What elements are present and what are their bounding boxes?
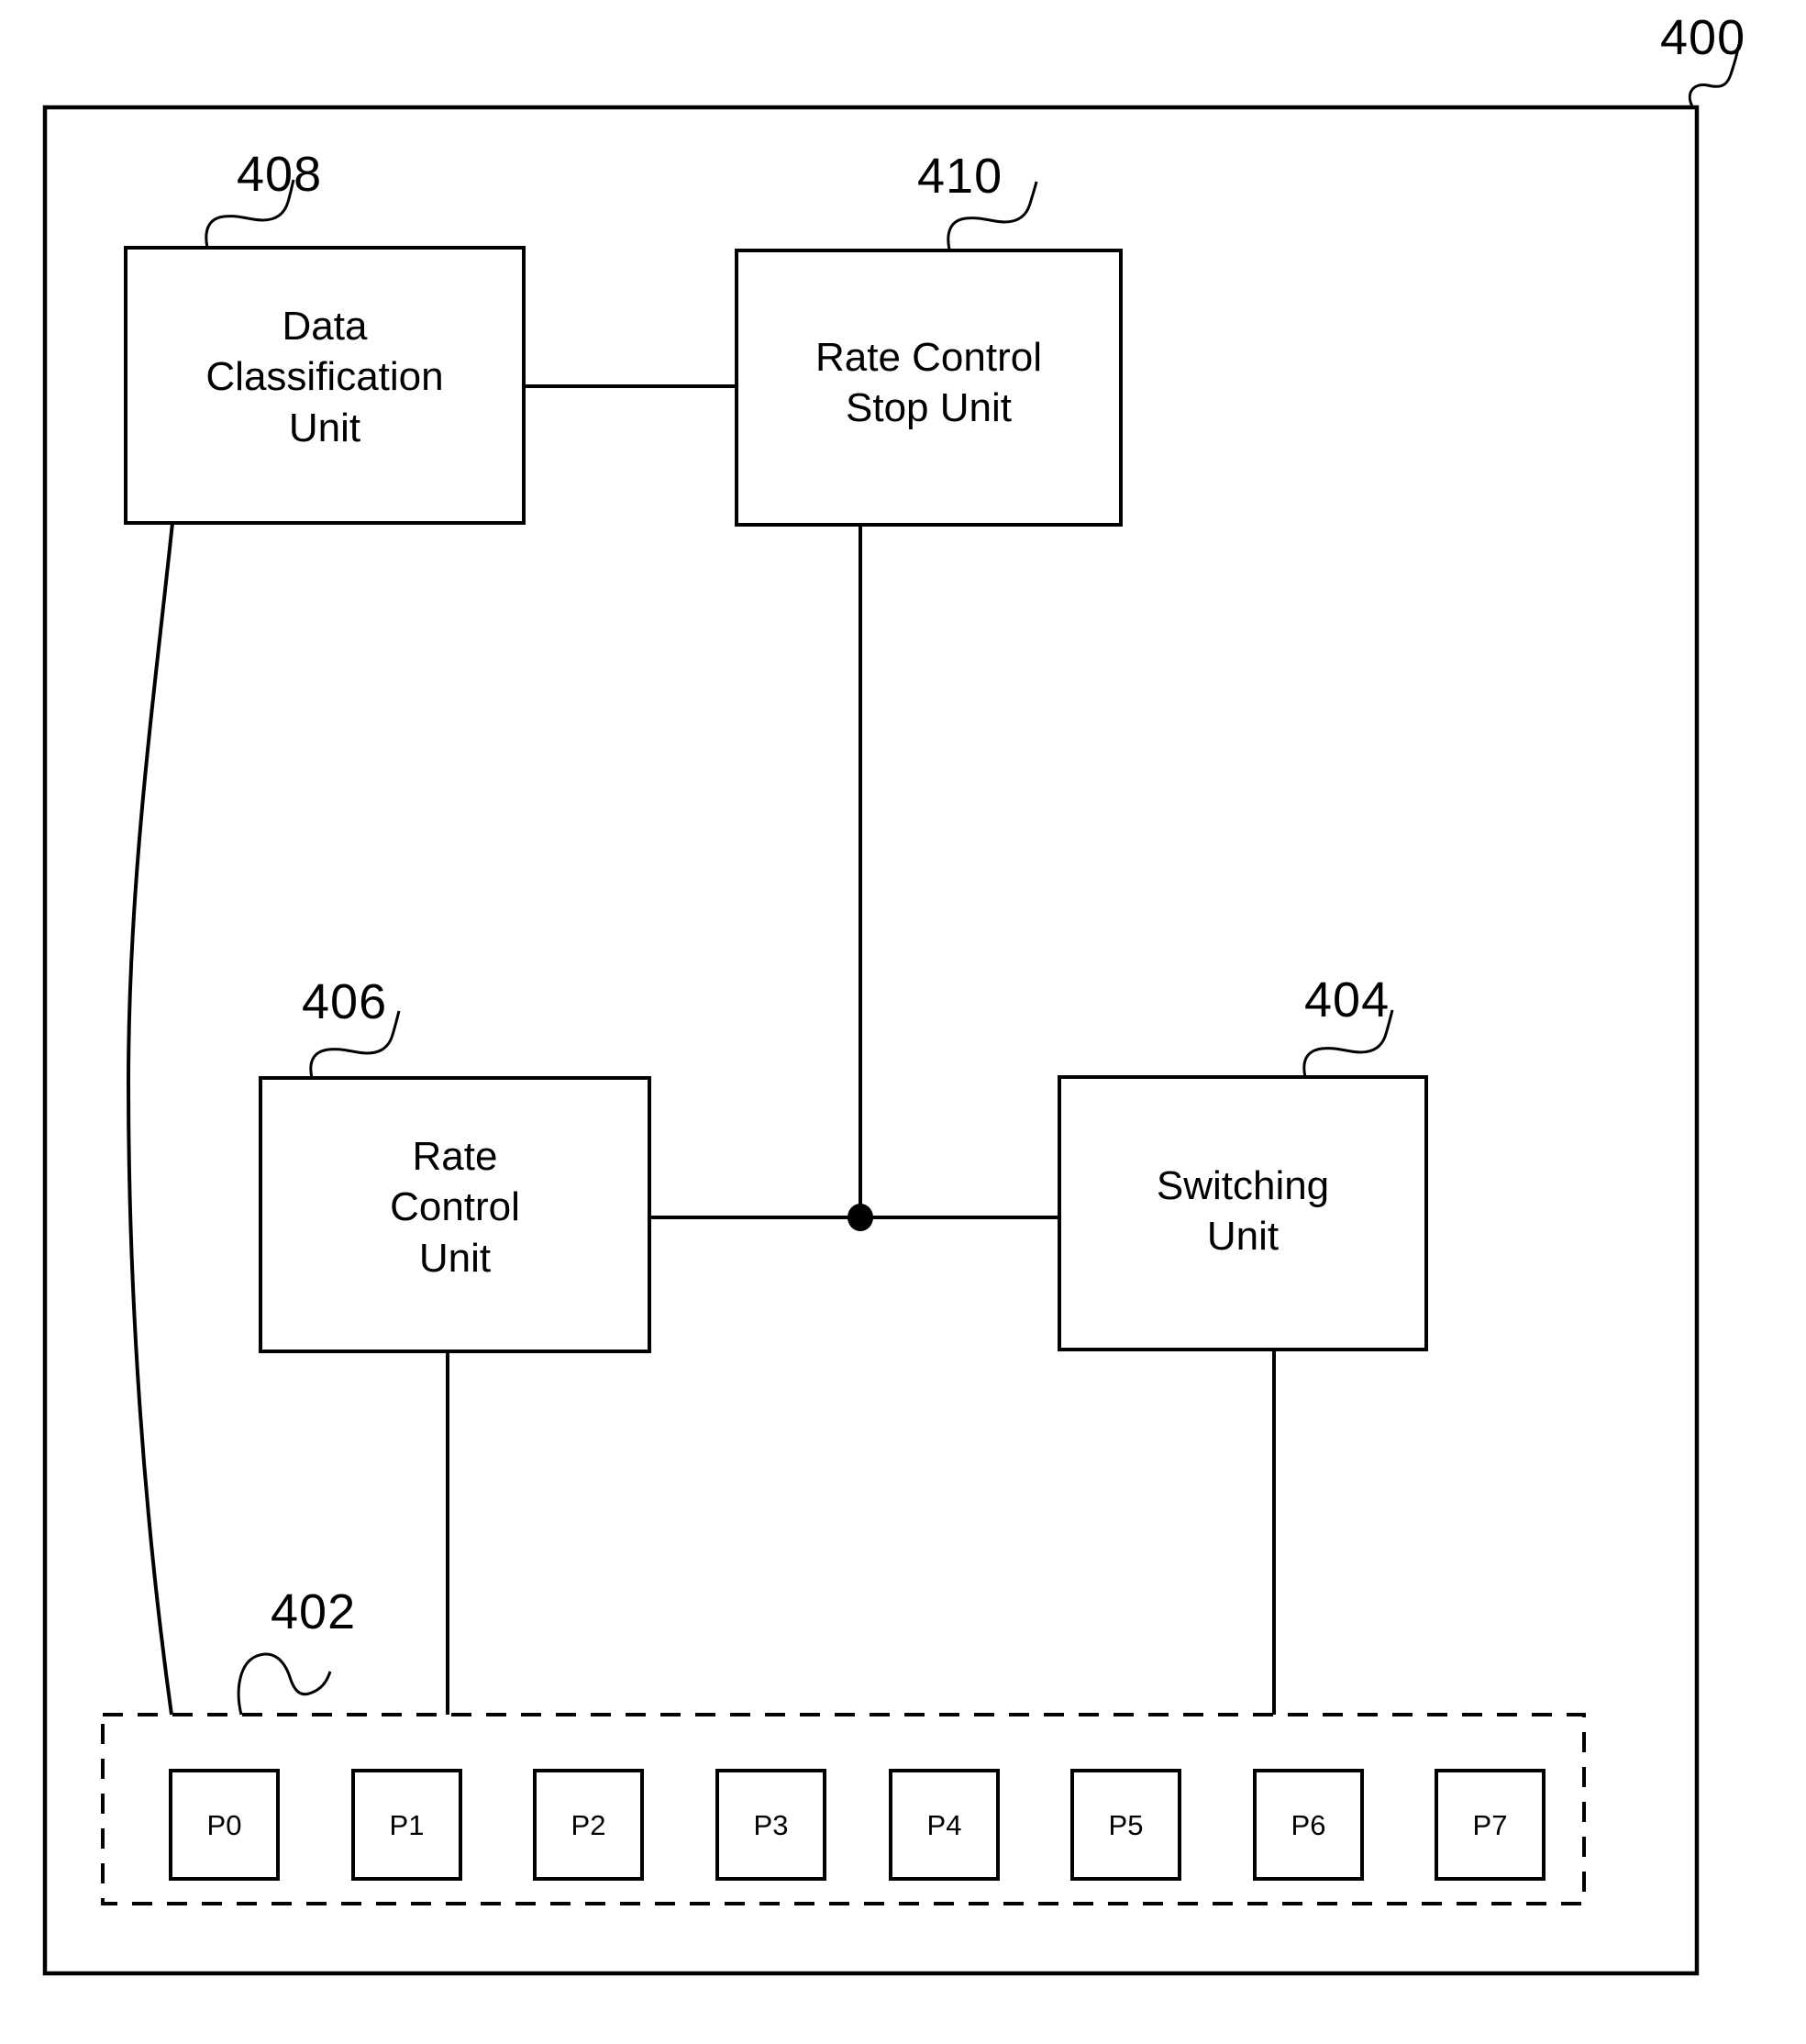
port-label-p4: P4 (926, 1809, 962, 1841)
leader-line-402 (237, 1652, 332, 1716)
junction-dot (848, 1204, 873, 1231)
numeral-400: 400 (1660, 10, 1746, 65)
port-label-p3: P3 (753, 1809, 789, 1841)
rate-control-stop-unit-label: Rate Control Stop Unit (814, 335, 1042, 431)
rate-control-unit-label: Rate Control Unit (390, 1134, 520, 1281)
numeral-408: 408 (237, 147, 323, 202)
port-label-p2: P2 (571, 1809, 606, 1841)
numeral-406: 406 (302, 974, 388, 1029)
numeral-404: 404 (1304, 972, 1391, 1028)
patent-figure-400: 400 408 410 406 404 402 Data Classificat… (0, 0, 1806, 2044)
port-label-p6: P6 (1291, 1809, 1326, 1841)
numeral-402: 402 (271, 1584, 357, 1639)
port-label-p5: P5 (1108, 1809, 1144, 1841)
switching-unit-label: Switching Unit (1156, 1163, 1330, 1260)
link-408-to-ports (126, 522, 174, 1716)
port-label-p0: P0 (206, 1809, 242, 1841)
numeral-410: 410 (917, 149, 1003, 204)
port-label-p7: P7 (1472, 1809, 1508, 1841)
port-label-p1: P1 (389, 1809, 425, 1841)
data-classification-unit-label: Data Classification Unit (205, 304, 444, 450)
